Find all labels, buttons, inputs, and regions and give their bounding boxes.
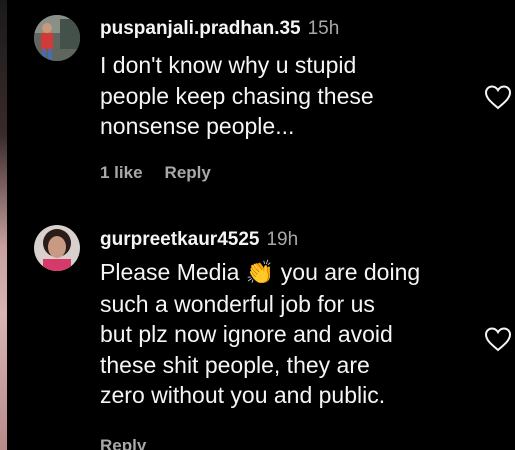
heart-outline-icon[interactable]	[484, 326, 512, 352]
avatar[interactable]	[34, 15, 80, 61]
comment-text: Please Media 👏 you are doing such a wond…	[100, 257, 490, 411]
comment-timestamp: 19h	[266, 229, 299, 250]
heart-outline-icon[interactable]	[484, 84, 512, 110]
comment-username[interactable]: puspanjali.pradhan.35	[100, 18, 301, 39]
avatar[interactable]	[34, 225, 80, 271]
like-count[interactable]: 1 like	[100, 163, 143, 182]
comment-item: gurpreetkaur4525 19h Please Media 👏 you a…	[0, 200, 515, 450]
comments-screen: puspanjali.pradhan.35 15h I don't know wh…	[0, 0, 515, 450]
reply-button[interactable]: Reply	[165, 163, 211, 182]
comment-username[interactable]: gurpreetkaur4525	[100, 229, 259, 250]
comment-item: puspanjali.pradhan.35 15h I don't know wh…	[0, 0, 515, 200]
reply-button[interactable]: Reply	[100, 436, 146, 450]
comment-text: I don't know why u stupid people keep ch…	[100, 52, 374, 139]
comment-timestamp: 15h	[307, 18, 340, 39]
comment-text-part: Please Media	[100, 259, 246, 285]
avatar-photo	[34, 225, 80, 271]
clapping-hands-emoji: 👏	[245, 260, 275, 286]
avatar-photo	[34, 15, 80, 61]
